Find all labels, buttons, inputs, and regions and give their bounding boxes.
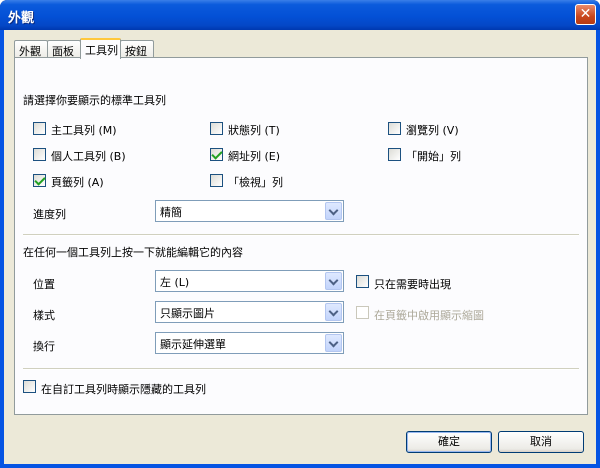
dialog-body: 外觀 面板 工具列 按鈕 請選擇你要顯示的標準工具列 主工具列 (M) 狀態列 … bbox=[4, 30, 596, 464]
cancel-button[interactable]: 取消 bbox=[498, 431, 584, 453]
position-label: 位置 bbox=[33, 278, 55, 291]
checkbox-personal-toolbar[interactable] bbox=[33, 148, 46, 161]
checkbox-label: 瀏覽列 (V) bbox=[406, 124, 459, 137]
progress-bar-label: 進度列 bbox=[33, 208, 66, 221]
style-label: 樣式 bbox=[33, 309, 55, 322]
tab-buttons[interactable]: 按鈕 bbox=[120, 40, 154, 58]
checkbox-label: 狀態列 (T) bbox=[228, 124, 280, 137]
tab-panels[interactable]: 面板 bbox=[47, 40, 81, 58]
chevron-down-icon[interactable] bbox=[325, 272, 342, 290]
checkbox-main-toolbar[interactable] bbox=[33, 122, 46, 135]
toolbars-heading: 請選擇你要顯示的標準工具列 bbox=[23, 94, 166, 107]
checkbox-tab-thumbnails bbox=[356, 306, 369, 319]
appearance-dialog: 外觀 ✕ 外觀 面板 工具列 按鈕 請選擇你要顯示的標準工具列 主工具列 (M)… bbox=[0, 0, 600, 468]
tab-toolbars[interactable]: 工具列 bbox=[80, 38, 121, 59]
checkbox-label: 「檢視」列 bbox=[228, 176, 283, 189]
window-title: 外觀 bbox=[8, 11, 35, 26]
checkbox-label: 網址列 (E) bbox=[228, 150, 281, 163]
checkbox-show-when-needed[interactable] bbox=[356, 275, 369, 288]
checkbox-label: 在自訂工具列時顯示隱藏的工具列 bbox=[41, 383, 206, 396]
position-select[interactable]: 左 (L) bbox=[155, 270, 344, 292]
checkbox-label: 主工具列 (M) bbox=[51, 124, 117, 137]
wrap-select[interactable]: 顯示延伸選單 bbox=[155, 332, 344, 354]
section-divider bbox=[23, 368, 579, 370]
tab-label: 工具列 bbox=[85, 44, 118, 57]
progress-bar-select[interactable]: 精簡 bbox=[155, 200, 344, 222]
tab-appearance[interactable]: 外觀 bbox=[14, 40, 48, 58]
checkbox-label: 個人工具列 (B) bbox=[51, 150, 126, 163]
checkbox-label: 頁籤列 (A) bbox=[51, 176, 104, 189]
chevron-down-icon[interactable] bbox=[325, 202, 342, 220]
select-value: 左 (L) bbox=[160, 276, 190, 289]
close-icon[interactable]: ✕ bbox=[575, 4, 596, 25]
checkbox-label: 「開始」列 bbox=[406, 150, 461, 163]
checkbox-start-bar[interactable] bbox=[388, 148, 401, 161]
checkbox-show-hidden-toolbars[interactable] bbox=[23, 380, 36, 393]
edit-heading: 在任何一個工具列上按一下就能編輯它的內容 bbox=[23, 246, 243, 259]
style-select[interactable]: 只顯示圖片 bbox=[155, 301, 344, 323]
checkbox-address-bar[interactable] bbox=[210, 148, 223, 161]
checkbox-label: 在頁籤中啟用顯示縮圖 bbox=[374, 309, 484, 322]
select-value: 顯示延伸選單 bbox=[160, 338, 226, 351]
chevron-down-icon[interactable] bbox=[325, 334, 342, 352]
checkbox-tab-bar[interactable] bbox=[33, 174, 46, 187]
checkbox-label: 只在需要時出現 bbox=[374, 278, 451, 291]
ok-button[interactable]: 確定 bbox=[406, 431, 492, 453]
window-frame-bottom bbox=[0, 464, 600, 468]
title-bar[interactable]: 外觀 ✕ bbox=[0, 0, 600, 30]
wrap-label: 換行 bbox=[33, 340, 55, 353]
select-value: 只顯示圖片 bbox=[160, 307, 215, 320]
section-divider bbox=[23, 234, 579, 236]
window-frame-right bbox=[596, 30, 600, 468]
select-value: 精簡 bbox=[160, 206, 182, 219]
checkbox-browse-bar[interactable] bbox=[388, 122, 401, 135]
toolbars-panel: 請選擇你要顯示的標準工具列 主工具列 (M) 狀態列 (T) 瀏覽列 (V) 個… bbox=[14, 57, 588, 415]
checkbox-view-bar[interactable] bbox=[210, 174, 223, 187]
checkbox-status-bar[interactable] bbox=[210, 122, 223, 135]
chevron-down-icon[interactable] bbox=[325, 303, 342, 321]
